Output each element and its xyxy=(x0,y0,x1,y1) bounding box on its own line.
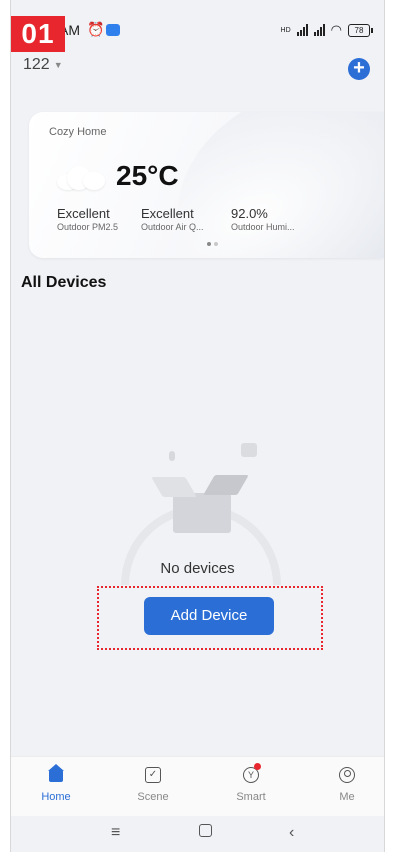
home-selector-label: 122 xyxy=(23,56,50,73)
caret-down-icon: ▼ xyxy=(53,60,63,70)
home-name: Cozy Home xyxy=(49,126,107,138)
home-icon xyxy=(46,764,66,785)
scene-icon: ✓ xyxy=(143,765,163,785)
card-background-decoration xyxy=(142,112,384,258)
tab-bar: Home ✓ Scene Y Smart Me xyxy=(11,756,384,817)
metric-value: 92.0% xyxy=(231,206,268,221)
cloud-icon xyxy=(57,164,105,190)
metric-value: Excellent xyxy=(141,206,194,221)
smart-icon: Y xyxy=(241,763,261,785)
metric-label: Outdoor Air Q... xyxy=(141,222,204,232)
add-device-button[interactable]: Add Device xyxy=(144,597,274,635)
tab-home[interactable]: Home xyxy=(26,764,86,803)
page-dot xyxy=(214,242,218,246)
empty-state-text: No devices xyxy=(160,560,235,577)
page-indicator xyxy=(207,242,218,246)
tab-smart[interactable]: Y Smart xyxy=(221,763,281,803)
metric-pm25: Excellent Outdoor PM2.5 xyxy=(57,206,133,232)
metric-air-quality: Excellent Outdoor Air Q... xyxy=(141,206,223,232)
battery-level: 78 xyxy=(354,25,364,35)
metric-value: Excellent xyxy=(57,206,110,221)
page-dot-active xyxy=(207,242,211,246)
section-title: All Devices xyxy=(21,274,107,291)
tab-me[interactable]: Me xyxy=(317,765,377,803)
wifi-icon: ◠ xyxy=(330,22,342,37)
metric-label: Outdoor PM2.5 xyxy=(57,222,119,232)
system-home-icon[interactable] xyxy=(199,824,212,842)
step-badge: 01 xyxy=(11,16,65,52)
plus-icon: + xyxy=(353,57,365,79)
tab-label: Me xyxy=(339,791,355,803)
signal-icon-2 xyxy=(313,24,325,36)
profile-icon xyxy=(337,765,357,785)
tab-scene[interactable]: ✓ Scene xyxy=(123,765,183,803)
empty-box-illustration xyxy=(121,435,281,585)
notification-dot xyxy=(254,763,261,770)
tab-label: Smart xyxy=(236,791,266,803)
cloud-app-icon xyxy=(106,24,120,36)
tab-label: Home xyxy=(41,791,71,803)
signal-icon xyxy=(296,24,308,36)
back-icon[interactable]: ‹ xyxy=(289,824,294,842)
weather-card[interactable]: Cozy Home 25°C Excellent Outdoor PM2.5 E… xyxy=(29,112,384,258)
temperature: 25°C xyxy=(116,160,179,191)
app-screen: 01 AM ⏰ HD ◠ 78 122 ▼ + Cozy Home 25°C E… xyxy=(10,0,385,852)
weather-metrics: Excellent Outdoor PM2.5 Excellent Outdoo… xyxy=(57,206,321,232)
recents-icon[interactable]: ≡ xyxy=(111,824,120,842)
status-indicators: HD ◠ 78 xyxy=(280,22,373,38)
metric-humidity: 92.0% Outdoor Humi... xyxy=(231,206,321,232)
status-bar: AM ⏰ HD ◠ 78 xyxy=(11,20,384,44)
metric-label: Outdoor Humi... xyxy=(231,222,295,232)
add-button[interactable]: + xyxy=(348,58,370,80)
network-type: HD xyxy=(280,26,291,34)
tab-label: Scene xyxy=(137,791,169,803)
system-nav-bar: ≡ ‹ xyxy=(11,816,384,852)
alarm-icon: ⏰ xyxy=(87,21,105,37)
home-selector[interactable]: 122 ▼ xyxy=(23,56,63,74)
battery-icon: 78 xyxy=(348,23,373,37)
